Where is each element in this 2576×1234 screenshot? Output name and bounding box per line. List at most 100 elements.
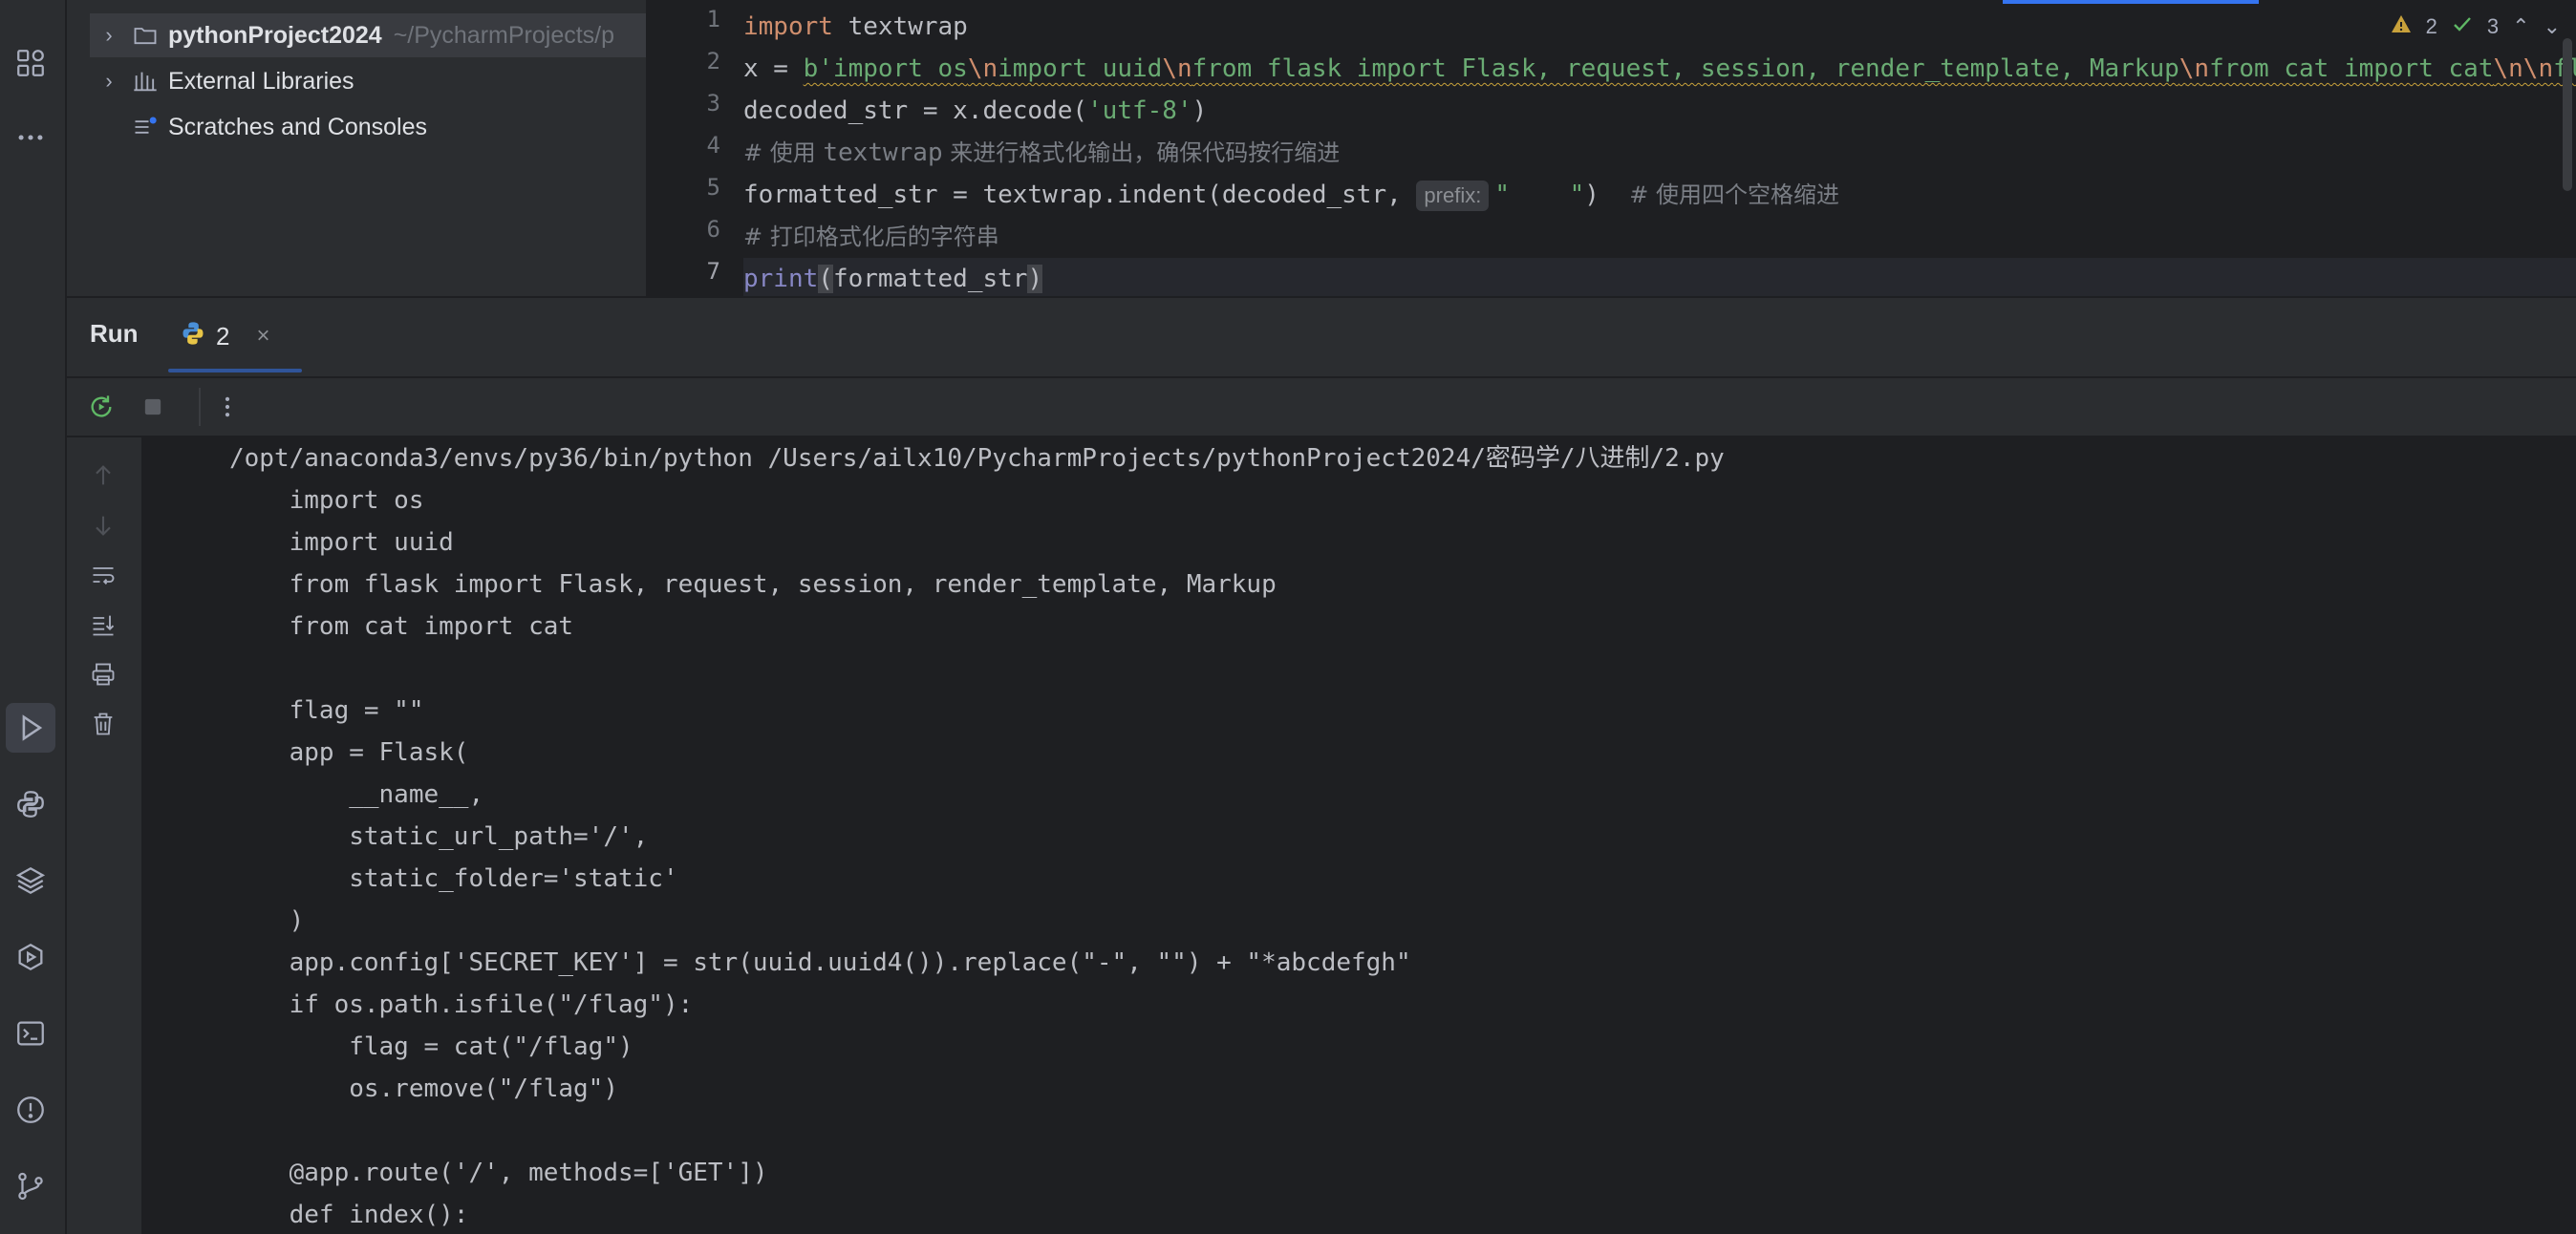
string-part: from flask import Flask, request, sessio… (1191, 54, 2179, 83)
run-tool-window: Run 2 × /opt/anaconda3/envs/py36/bin/pyt… (67, 298, 2576, 1234)
line-number: 1 (706, 6, 720, 32)
comment: textwrap (823, 138, 943, 167)
console-line: __name__, (229, 780, 484, 809)
problems-icon[interactable] (6, 1085, 55, 1135)
line-number: 5 (706, 174, 720, 201)
arrow-up-icon[interactable] (84, 457, 122, 495)
folder-icon (128, 22, 162, 49)
more-tools-icon[interactable] (6, 113, 55, 162)
comment: 来进行格式化输出，确保代码按行缩进 (942, 139, 1341, 166)
code-line-1: import textwrap (743, 6, 968, 48)
parameter-hint: prefix: (1416, 180, 1490, 211)
string-literal: 'utf-8' (1087, 96, 1192, 125)
project-root-name: pythonProject2024 (168, 21, 382, 49)
warning-icon (2390, 12, 2413, 41)
line-number: 2 (706, 48, 720, 74)
python-console-icon[interactable] (6, 779, 55, 829)
library-icon (128, 68, 162, 95)
console-line: from flask import Flask, request, sessio… (229, 570, 1277, 599)
weak-warning-count: 3 (2486, 14, 2500, 38)
tool-window-strip (0, 0, 67, 1234)
comment: # 打印格式化后的字符串 (743, 223, 999, 250)
line-number: 4 (706, 132, 720, 159)
console-line: os.remove("/flag") (229, 1074, 618, 1103)
paren-matched: ) (1027, 265, 1043, 293)
print-icon[interactable] (84, 655, 122, 693)
chevron-right-icon[interactable]: › (90, 23, 128, 48)
editor-scrollbar[interactable] (2563, 38, 2572, 191)
arrow-down-icon[interactable] (84, 506, 122, 544)
escape-seq: \n (967, 54, 998, 83)
project-tree: › pythonProject2024 ~/PycharmProjects/p … (67, 0, 646, 296)
warning-count: 2 (2425, 14, 2437, 38)
escape-seq: \n (2179, 54, 2210, 83)
more-options-icon[interactable] (199, 388, 247, 426)
stop-icon[interactable] (134, 388, 172, 426)
console-output[interactable]: /opt/anaconda3/envs/py36/bin/python /Use… (141, 437, 2576, 1234)
python-packages-icon[interactable] (6, 856, 55, 905)
console-line: from cat import cat (229, 612, 574, 641)
tree-item-scratches[interactable]: Scratches and Consoles (128, 105, 427, 149)
code-text: textwrap (832, 12, 968, 41)
code-text: decoded_str = x.decode( (743, 96, 1088, 125)
line-number: 6 (706, 216, 720, 243)
inspection-widget[interactable]: 2 3 ⌃ ⌄ (2377, 8, 2561, 46)
console-line: flag = "" (229, 696, 424, 725)
code-line-7-current: print(formatted_str) (743, 258, 2576, 296)
terminal-icon[interactable] (6, 1009, 55, 1058)
run-tab-underline (168, 369, 302, 372)
console-line: static_folder='static' (229, 864, 678, 893)
code-line-5: formatted_str = textwrap.indent(decoded_… (743, 174, 1839, 216)
code-line-6: # 打印格式化后的字符串 (743, 216, 999, 258)
console-line: import os (229, 486, 424, 515)
line-number-current: 7 (706, 258, 720, 285)
console-line: @app.route('/', methods=['GET']) (229, 1159, 768, 1187)
run-header: Run 2 × (67, 298, 2576, 374)
console-line: import uuid (229, 528, 454, 557)
paren-matched: ( (818, 265, 833, 293)
escape-seq: \n (1162, 54, 1192, 83)
run-tab-label: 2 (216, 321, 230, 351)
code-text: formatted_str (832, 265, 1028, 293)
line-number: 3 (706, 90, 720, 117)
code-area[interactable]: import textwrap x = b'import os\nimport … (743, 0, 2576, 296)
console-line: static_url_path='/', (229, 822, 649, 851)
run-toolbar (67, 376, 2576, 437)
scratches-label: Scratches and Consoles (168, 113, 427, 140)
run-tab[interactable]: 2 × (168, 311, 281, 361)
services-icon[interactable] (6, 932, 55, 982)
console-line: flag = cat("/flag") (229, 1032, 633, 1061)
comment: # 使用四个空格缩进 (1629, 181, 1839, 208)
string-part: from cat import cat (2209, 54, 2494, 83)
close-icon[interactable]: × (256, 323, 269, 350)
tree-item-project-root[interactable]: › pythonProject2024 ~/PycharmProjects/p (90, 13, 646, 57)
builtin: print (743, 265, 819, 293)
external-libraries-label: External Libraries (168, 67, 354, 95)
string-part: import uuid (998, 54, 1163, 83)
tree-item-external-libraries[interactable]: › External Libraries (90, 59, 354, 103)
keyword: import (743, 12, 833, 41)
scroll-to-end-icon[interactable] (84, 606, 122, 644)
run-icon[interactable] (6, 703, 55, 753)
weak-warning-icon (2451, 12, 2474, 41)
chevron-down-icon[interactable]: ⌄ (2544, 14, 2561, 39)
python-file-icon (180, 320, 206, 353)
code-text: ) (1191, 96, 1208, 125)
trash-icon[interactable] (84, 705, 122, 743)
console-line: app.config['SECRET_KEY'] = str(uuid.uuid… (229, 948, 1411, 977)
code-line-2: x = b'import os\nimport uuid\nfrom flask… (743, 48, 2576, 90)
chevron-up-icon[interactable]: ⌃ (2512, 14, 2529, 39)
rerun-icon[interactable] (82, 388, 120, 426)
chevron-right-icon[interactable]: › (90, 69, 128, 94)
soft-wrap-icon[interactable] (84, 556, 122, 594)
comment: # 使用 (743, 139, 824, 166)
structure-icon[interactable] (6, 38, 55, 88)
code-editor[interactable]: 1 2 3 4 5 6 7 import textwrap x = b'impo… (648, 0, 2576, 296)
git-icon[interactable] (6, 1161, 55, 1211)
code-text: formatted_str = textwrap.indent(decoded_… (743, 181, 1417, 209)
console-line: ) (229, 906, 305, 935)
code-text: x = (743, 54, 804, 83)
console-line: if os.path.isfile("/flag"): (229, 990, 694, 1019)
bytes-literal: b'import os (803, 54, 968, 83)
console-side-toolbar (67, 437, 141, 1234)
